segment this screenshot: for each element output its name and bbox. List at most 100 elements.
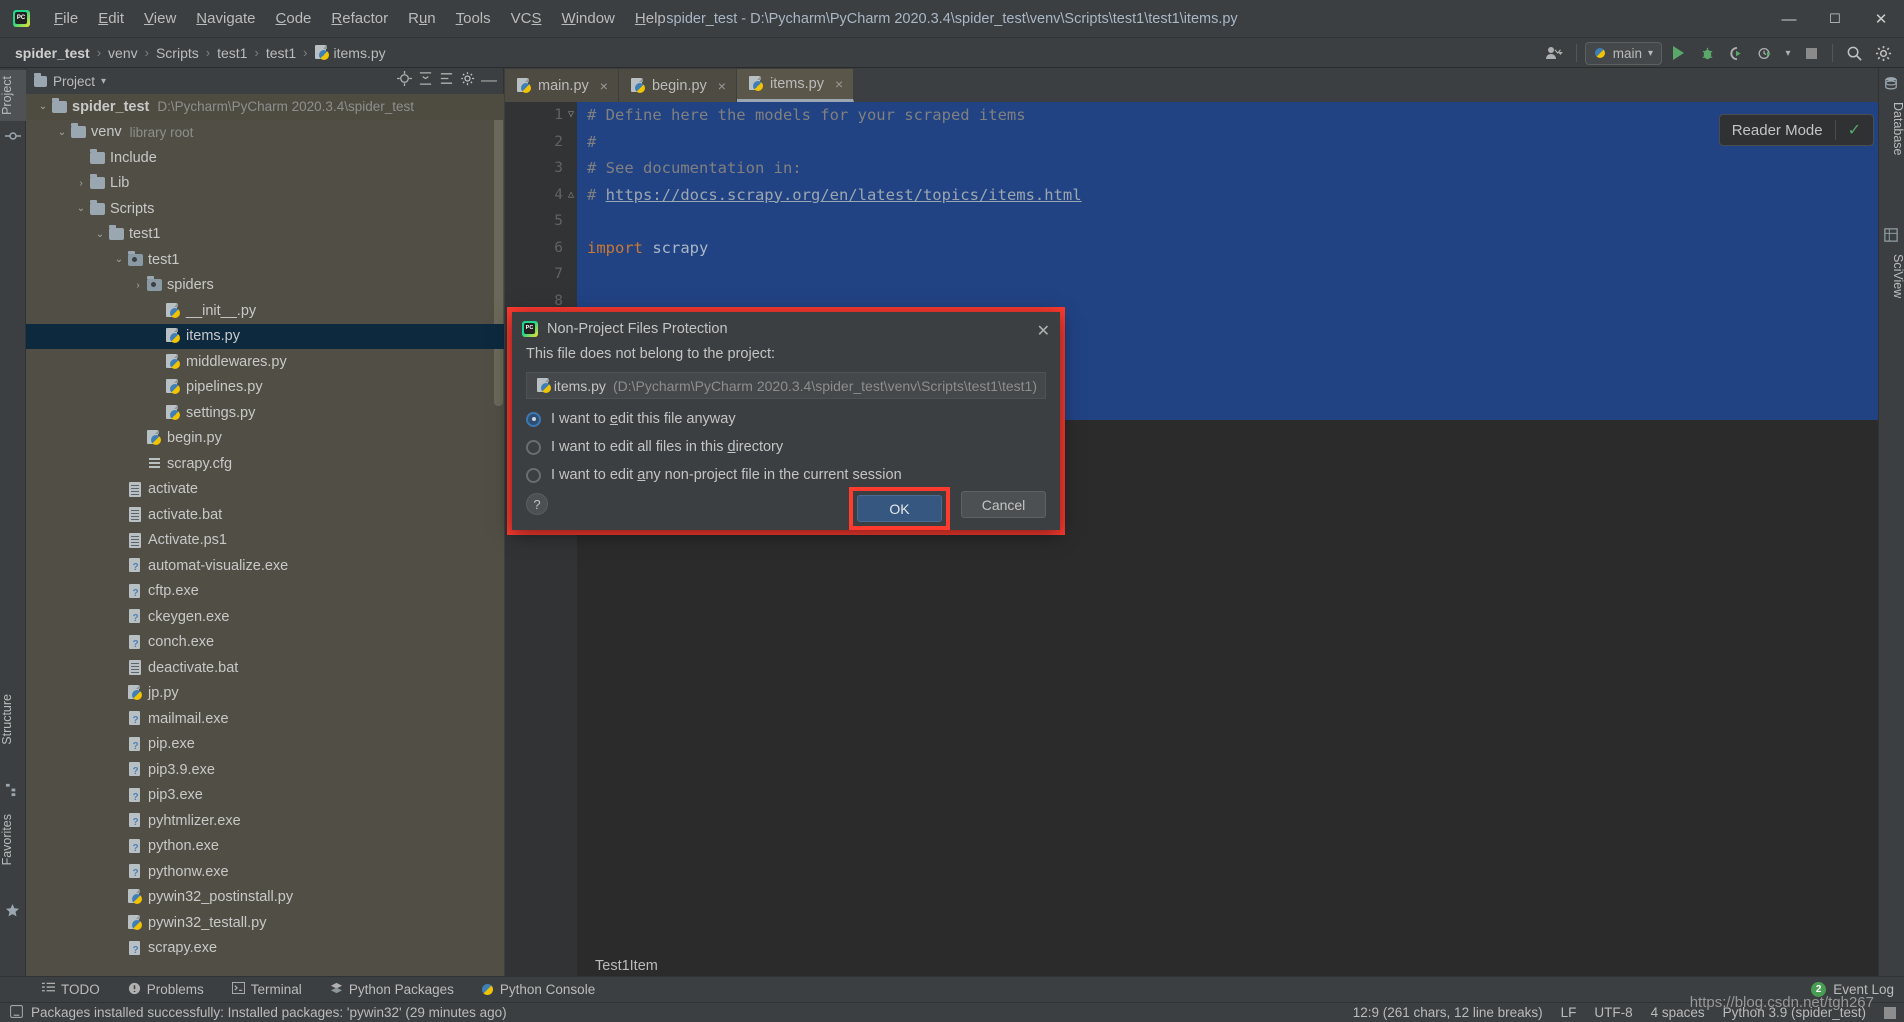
breadcrumb-spider-test[interactable]: spider_test xyxy=(12,44,93,62)
close-icon[interactable]: × xyxy=(600,78,608,94)
python-interpreter[interactable]: Python 3.9 (spider_test) xyxy=(1723,1005,1866,1020)
radio-button[interactable] xyxy=(526,411,541,427)
tree-item-automat-visualize-exe[interactable]: ? automat-visualize.exe xyxy=(26,553,504,579)
run-button[interactable] xyxy=(1665,41,1691,65)
tree-item-activate-bat[interactable]: activate.bat xyxy=(26,502,504,528)
tree-item-deactivate-bat[interactable]: deactivate.bat xyxy=(26,655,504,681)
collapse-all-icon[interactable] xyxy=(418,71,433,91)
code-editor[interactable]: 1▽234△56789▽10▽11□12□13 # Define here th… xyxy=(505,102,1878,976)
tree-item-include[interactable]: Include xyxy=(26,145,504,171)
code-line[interactable] xyxy=(577,208,1878,235)
chevron-down-icon[interactable]: ▾ xyxy=(1781,41,1795,65)
run-with-coverage-button[interactable] xyxy=(1723,41,1749,65)
code-line[interactable]: import scrapy xyxy=(577,235,1878,262)
tree-item-spider-test[interactable]: ⌄ spider_test D:\Pycharm\PyCharm 2020.3.4\… xyxy=(26,94,504,120)
close-icon[interactable]: × xyxy=(718,78,726,94)
close-icon[interactable]: ✕ xyxy=(1858,0,1904,38)
chevron-down-icon[interactable]: ⌄ xyxy=(112,254,126,265)
menu-help[interactable]: Help xyxy=(625,6,676,31)
menu-vcs[interactable]: VCS xyxy=(501,6,552,31)
maximize-icon[interactable]: ☐ xyxy=(1812,0,1858,38)
menu-navigate[interactable]: Navigate xyxy=(186,6,265,31)
code-line[interactable]: # See documentation in: xyxy=(577,155,1878,182)
tree-item-pywin32-postinstall-py[interactable]: pywin32_postinstall.py xyxy=(26,885,504,911)
tree-item-pythonw-exe[interactable]: ? pythonw.exe xyxy=(26,859,504,885)
chevron-right-icon[interactable]: › xyxy=(74,178,88,189)
bottom-tab-python-console[interactable]: Python Console xyxy=(468,979,609,1000)
hide-panel-icon[interactable]: — xyxy=(481,73,497,89)
profile-button[interactable] xyxy=(1752,41,1778,65)
tree-item-items-py[interactable]: items.py xyxy=(26,323,504,349)
file-encoding[interactable]: UTF-8 xyxy=(1594,1005,1632,1020)
user-account-icon[interactable] xyxy=(1542,41,1568,65)
tree-item-pipelines-py[interactable]: pipelines.py xyxy=(26,375,504,401)
gear-icon[interactable] xyxy=(1870,41,1896,65)
gear-icon[interactable] xyxy=(460,71,475,91)
sidebar-item-sciview[interactable]: SciView xyxy=(1879,248,1904,304)
tree-item-python-exe[interactable]: ? python.exe xyxy=(26,834,504,860)
tree-item--init-py[interactable]: __init__.py xyxy=(26,298,504,324)
menu-run[interactable]: Run xyxy=(398,6,446,31)
event-log-area[interactable]: 2 Event Log xyxy=(1811,982,1894,997)
chevron-down-icon[interactable]: ⌄ xyxy=(93,229,107,240)
database-panel-icon[interactable] xyxy=(1884,76,1900,92)
bottom-tab-terminal[interactable]: Terminal xyxy=(218,979,316,1000)
sidebar-item-structure[interactable]: Structure xyxy=(0,688,26,751)
editor-tab-begin-py[interactable]: begin.py × xyxy=(618,69,737,102)
tree-item-conch-exe[interactable]: ? conch.exe xyxy=(26,630,504,656)
code-line[interactable]: # xyxy=(577,129,1878,156)
star-icon[interactable] xyxy=(5,903,21,919)
minimize-icon[interactable]: — xyxy=(1766,0,1812,38)
code-line[interactable]: # Define here the models for your scrape… xyxy=(577,102,1878,129)
structure-icon[interactable] xyxy=(5,782,21,798)
radio-button[interactable] xyxy=(526,439,541,455)
breadcrumb-scripts[interactable]: Scripts xyxy=(153,44,202,62)
tree-item-test1[interactable]: ⌄ test1 xyxy=(26,247,504,273)
search-icon[interactable] xyxy=(1841,41,1867,65)
menu-file[interactable]: FFileile xyxy=(44,6,88,31)
breadcrumb-venv[interactable]: venv xyxy=(105,44,141,62)
tree-item-pywin32-testall-py[interactable]: pywin32_testall.py xyxy=(26,910,504,936)
indent-setting[interactable]: 4 spaces xyxy=(1651,1005,1705,1020)
cancel-button[interactable]: Cancel xyxy=(961,491,1046,518)
breadcrumb-test1-outer[interactable]: test1 xyxy=(214,44,250,62)
line-separator[interactable]: LF xyxy=(1561,1005,1577,1020)
chevron-down-icon[interactable]: ⌄ xyxy=(36,101,50,112)
expand-all-icon[interactable] xyxy=(439,71,454,91)
status-message[interactable]: Packages installed successfully: Install… xyxy=(31,1005,507,1020)
chevron-down-icon[interactable]: ⌄ xyxy=(74,203,88,214)
bottom-tab-problems[interactable]: Problems xyxy=(114,979,218,1001)
tree-item-lib[interactable]: › Lib xyxy=(26,171,504,197)
tree-item-pip3-exe[interactable]: ? pip3.exe xyxy=(26,783,504,809)
tree-item-scrapy-exe[interactable]: ? scrapy.exe xyxy=(26,936,504,962)
tree-item-pip-exe[interactable]: ? pip.exe xyxy=(26,732,504,758)
tree-item-activate-ps1[interactable]: Activate.ps1 xyxy=(26,528,504,554)
tree-item-jp-py[interactable]: jp.py xyxy=(26,681,504,707)
tree-item-middlewares-py[interactable]: middlewares.py xyxy=(26,349,504,375)
close-icon[interactable]: ✕ xyxy=(1037,321,1050,341)
project-tree[interactable]: ⌄ spider_test D:\Pycharm\PyCharm 2020.3.4\… xyxy=(26,94,504,976)
tree-item-begin-py[interactable]: begin.py xyxy=(26,426,504,452)
tree-item-pyhtmlizer-exe[interactable]: ? pyhtmlizer.exe xyxy=(26,808,504,834)
ok-button[interactable]: OK xyxy=(857,495,942,522)
locate-icon[interactable] xyxy=(397,71,412,91)
tree-item-spiders[interactable]: › spiders xyxy=(26,273,504,299)
tree-item-mailmail-exe[interactable]: ? mailmail.exe xyxy=(26,706,504,732)
run-configuration-selector[interactable]: main ▾ xyxy=(1584,41,1662,65)
bottom-tab-todo[interactable]: TODO xyxy=(28,979,114,1000)
chevron-right-icon[interactable]: › xyxy=(131,280,145,291)
tree-item-settings-py[interactable]: settings.py xyxy=(26,400,504,426)
menu-refactor[interactable]: Refactor xyxy=(321,6,398,31)
tree-item-ckeygen-exe[interactable]: ? ckeygen.exe xyxy=(26,604,504,630)
check-icon[interactable]: ✓ xyxy=(1848,120,1861,140)
chevron-down-icon[interactable]: ▾ xyxy=(101,76,106,87)
reader-mode-popup[interactable]: Reader Mode ✓ xyxy=(1718,114,1874,146)
menu-edit[interactable]: Edit xyxy=(88,6,134,31)
radio-option-edit-this-file[interactable]: I want to edit this file anyway xyxy=(526,411,1046,427)
chevron-down-icon[interactable]: ⌄ xyxy=(55,127,69,138)
debug-button[interactable] xyxy=(1694,41,1720,65)
editor-tab-items-py[interactable]: items.py × xyxy=(736,69,855,102)
tree-item-cftp-exe[interactable]: ? cftp.exe xyxy=(26,579,504,605)
sidebar-item-project[interactable]: Project xyxy=(0,70,26,121)
code-line[interactable]: # https://docs.scrapy.org/en/latest/topi… xyxy=(577,182,1878,209)
